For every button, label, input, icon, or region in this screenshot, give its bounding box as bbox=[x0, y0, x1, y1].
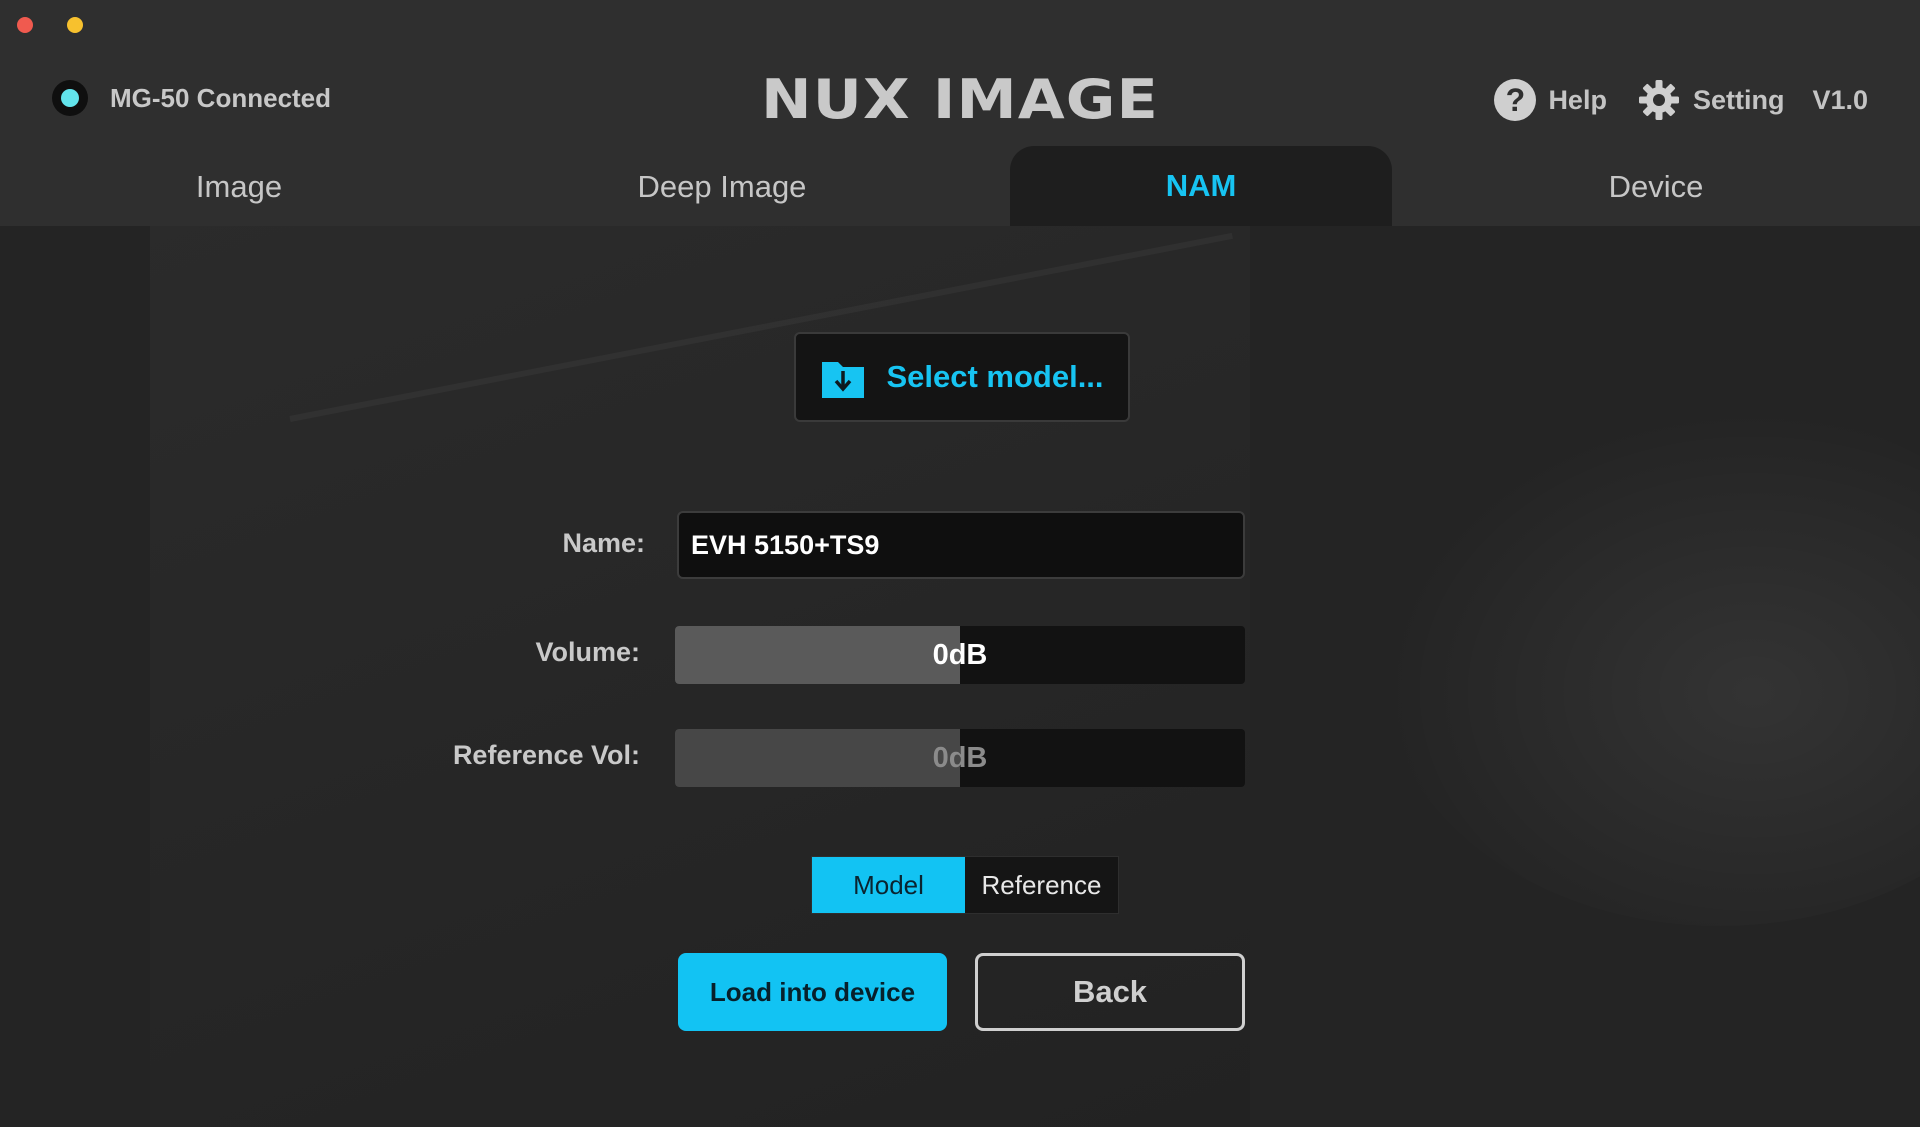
window-minimize-button[interactable] bbox=[67, 17, 83, 33]
tab-nam[interactable]: NAM bbox=[1010, 146, 1392, 226]
nam-panel: Select model... Name: EVH 5150+TS9 Volum… bbox=[0, 226, 1920, 1127]
back-button[interactable]: Back bbox=[975, 953, 1245, 1031]
background-decoration bbox=[1380, 406, 1920, 926]
tab-deep-image[interactable]: Deep Image bbox=[478, 148, 966, 226]
load-into-device-button[interactable]: Load into device bbox=[678, 953, 947, 1031]
tab-image[interactable]: Image bbox=[0, 148, 478, 226]
help-label: Help bbox=[1548, 84, 1607, 115]
select-model-label: Select model... bbox=[886, 359, 1104, 394]
window-close-button[interactable] bbox=[17, 17, 33, 33]
toggle-reference[interactable]: Reference bbox=[965, 857, 1118, 913]
connection-status-label: MG-50 Connected bbox=[110, 82, 332, 113]
header-actions: ? Help Setting V1.0 bbox=[1464, 78, 1868, 122]
connection-indicator-icon bbox=[52, 80, 88, 116]
reference-vol-label: Reference Vol: bbox=[452, 740, 640, 770]
select-model-button[interactable]: Select model... bbox=[794, 332, 1130, 422]
app-window: MG-50 Connected NUX IMAGE ? Help Setting… bbox=[0, 0, 1920, 1127]
tab-bar: Image Deep Image NAM Device bbox=[0, 146, 1920, 226]
gear-icon bbox=[1638, 80, 1679, 120]
help-button[interactable]: ? Help bbox=[1494, 79, 1607, 121]
tab-device[interactable]: Device bbox=[1392, 148, 1920, 226]
volume-slider[interactable]: 0dB bbox=[675, 626, 1245, 684]
folder-download-icon bbox=[822, 362, 865, 398]
connection-status: MG-50 Connected bbox=[52, 80, 331, 116]
setting-button[interactable]: Setting bbox=[1637, 78, 1785, 122]
name-label: Name: bbox=[562, 528, 645, 558]
model-reference-toggle: Model Reference bbox=[811, 856, 1119, 914]
app-logo: NUX IMAGE bbox=[761, 68, 1159, 131]
reference-vol-value: 0dB bbox=[932, 741, 988, 774]
volume-label: Volume: bbox=[535, 637, 640, 667]
reference-vol-slider[interactable]: 0dB bbox=[675, 729, 1245, 787]
setting-label: Setting bbox=[1692, 84, 1785, 115]
name-field[interactable]: EVH 5150+TS9 bbox=[677, 511, 1245, 579]
version-label: V1.0 bbox=[1812, 84, 1868, 115]
toggle-model[interactable]: Model bbox=[812, 857, 965, 913]
volume-value: 0dB bbox=[932, 638, 988, 671]
header-bar: MG-50 Connected NUX IMAGE ? Help Setting… bbox=[0, 0, 1920, 226]
help-icon: ? bbox=[1494, 79, 1537, 121]
